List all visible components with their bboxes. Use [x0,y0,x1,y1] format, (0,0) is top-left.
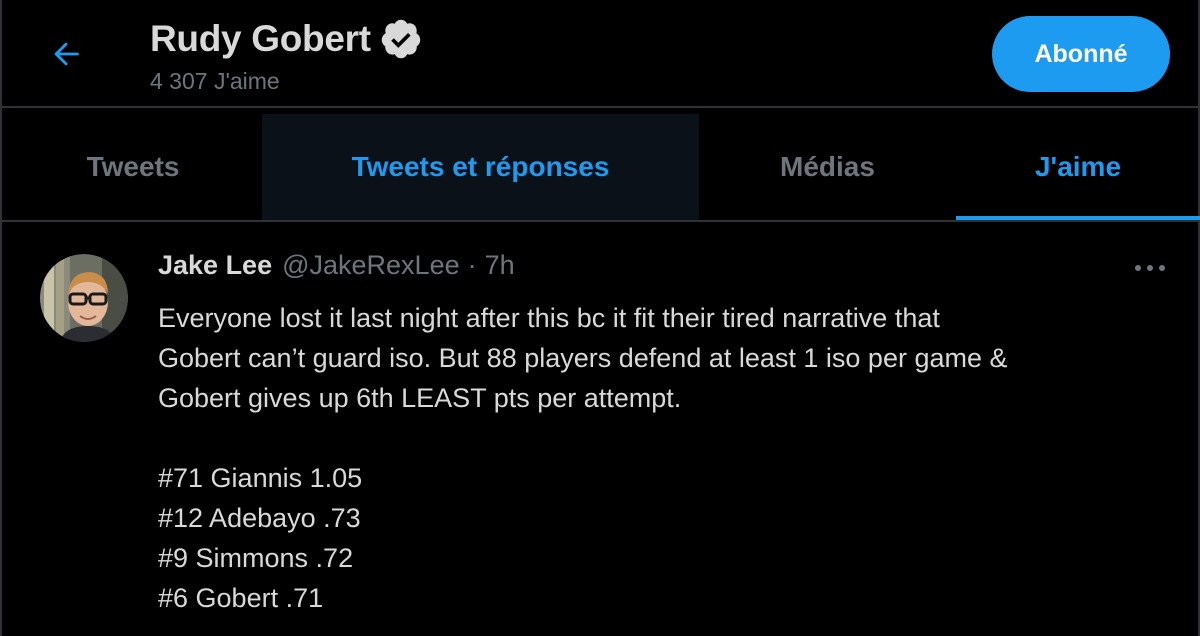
profile-name-row: Rudy Gobert [150,16,423,62]
following-button[interactable]: Abonné [992,16,1170,92]
back-button[interactable] [40,30,92,78]
profile-likes-count: 4 307 J'aime [150,68,280,94]
tweet-text-line: Everyone lost it last night after this b… [158,303,940,333]
tweet-timestamp[interactable]: 7h [485,250,515,281]
tab-media[interactable]: Médias [699,114,956,220]
profile-name: Rudy Gobert [150,18,371,59]
tab-tweets[interactable]: Tweets [4,114,262,220]
tweet-text-line: Gobert gives up 6th LEAST pts per attemp… [158,383,682,413]
tweet-text: Everyone lost it last night after this b… [158,298,1168,618]
tweet-text-line: Gobert can’t guard iso. But 88 players d… [158,343,1008,373]
arrow-left-icon[interactable] [49,37,83,71]
author-name[interactable]: Jake Lee [158,250,272,281]
ranking-line: #12 Adebayo .73 [158,503,361,533]
ranking-line: #9 Simmons .72 [158,543,354,573]
app-frame: Rudy Gobert 4 307 J'aime Abonné Tweets T… [0,0,1200,636]
ranking-line: #71 Giannis 1.05 [158,463,363,493]
profile-tabs: Tweets Tweets et réponses Médias J'aime [2,108,1200,222]
active-tab-indicator [956,216,1200,220]
avatar[interactable] [40,254,128,342]
more-horizontal-icon [1135,265,1165,271]
avatar-image [40,254,128,342]
tab-tweets-and-replies[interactable]: Tweets et réponses [262,114,699,220]
tab-likes[interactable]: J'aime [956,114,1200,220]
separator-dot: · [467,250,477,280]
more-options-button[interactable] [1126,252,1174,284]
ranking-line: #6 Gobert .71 [158,583,324,613]
profile-header: Rudy Gobert 4 307 J'aime Abonné [2,0,1200,108]
tweet-header: Jake Lee @JakeRexLee · 7h [158,250,515,290]
author-handle[interactable]: @JakeRexLee [282,250,460,281]
verified-badge-icon [381,19,421,59]
